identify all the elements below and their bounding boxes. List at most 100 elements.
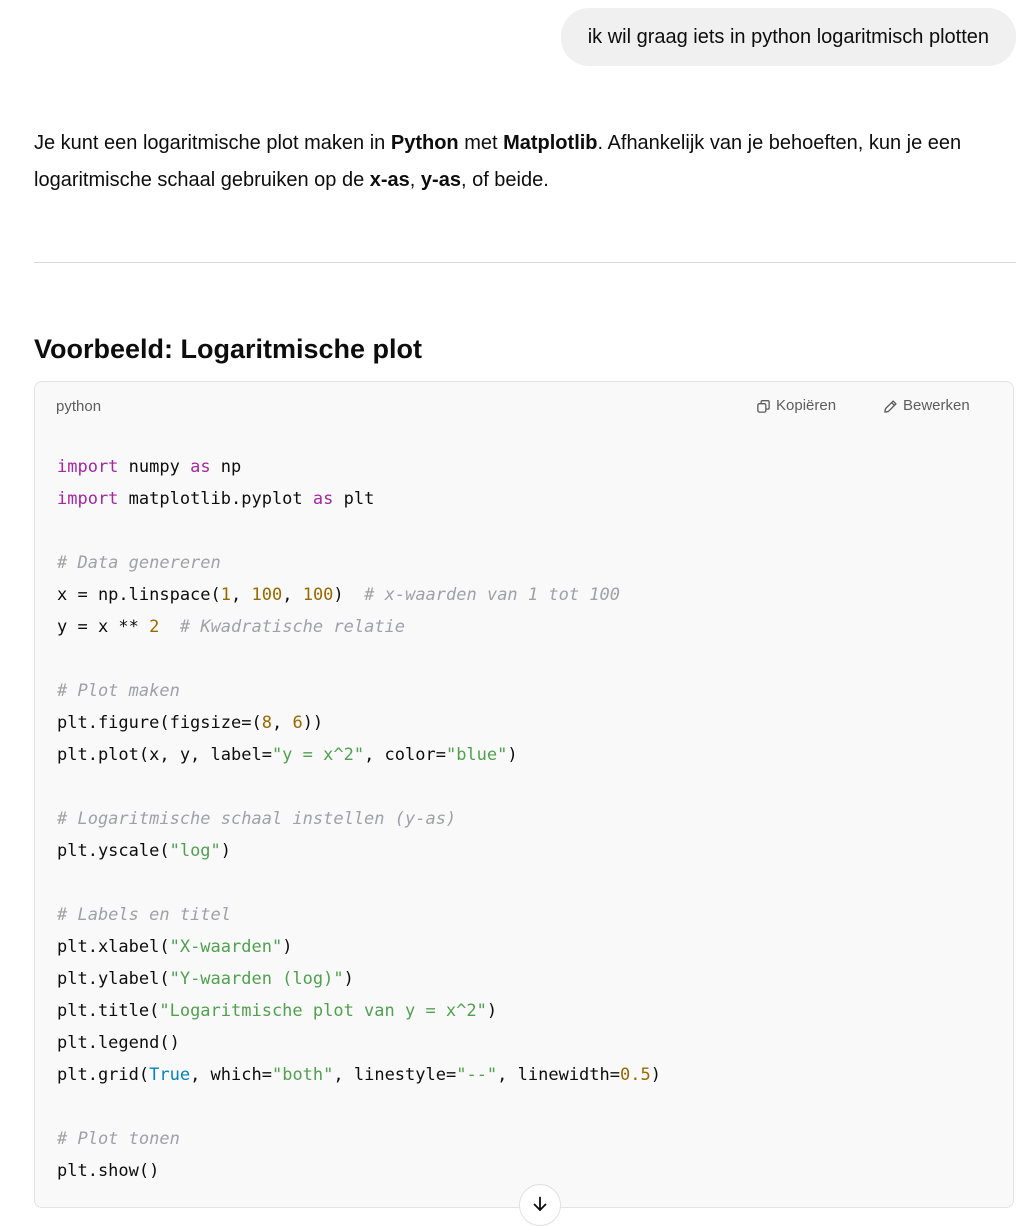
edit-button[interactable]: Bewerken <box>883 396 970 416</box>
code-token: ) <box>650 1065 661 1085</box>
code-line: y = x ** 2 # Kwadratische relatie <box>57 617 405 637</box>
code-token: # Plot maken <box>57 681 180 701</box>
code-block-header: python Kopiëren Bewerken <box>35 382 1013 434</box>
code-token: 100 <box>251 585 283 605</box>
code-line: plt.yscale("log") <box>57 841 231 861</box>
section-heading: Voorbeeld: Logaritmische plot <box>34 334 423 364</box>
code-token: # Labels en titel <box>57 905 231 925</box>
code-line: plt.xlabel("X-waarden") <box>57 937 292 957</box>
code-token: matplotlib.pyplot <box>118 489 313 509</box>
code-token: "blue" <box>445 745 508 765</box>
code-line: # Plot maken <box>57 681 180 701</box>
copy-button-label: Kopiëren <box>776 397 837 414</box>
code-token: 6 <box>292 713 303 733</box>
code-line: import matplotlib.pyplot as plt <box>57 489 374 509</box>
code-token: as <box>190 457 211 477</box>
code-token: x = np.linspace( <box>57 585 221 605</box>
answer-bold-python: Python <box>390 132 459 154</box>
arrow-down-icon <box>530 1194 550 1217</box>
code-content: import numpy as np import matplotlib.pyp… <box>57 451 661 1187</box>
code-token: 8 <box>261 713 272 733</box>
code-line: import numpy as np <box>57 457 241 477</box>
code-line: plt.ylabel("Y-waarden (log)") <box>57 969 354 989</box>
scroll-to-bottom-button[interactable] <box>519 1184 561 1226</box>
code-token: as <box>312 489 334 509</box>
answer-text-5: , of beide. <box>460 169 549 191</box>
code-token: "--" <box>456 1065 498 1085</box>
code-line: x = np.linspace(1, 100, 100) # x-waarden… <box>57 585 620 605</box>
section-divider <box>34 262 1016 263</box>
code-token: plt.figure(figsize=( <box>57 713 262 733</box>
code-token: "log" <box>169 841 221 861</box>
user-message-row: ik wil graag iets in python logaritmisch… <box>560 8 1016 66</box>
code-token: # x-waarden van 1 tot 100 <box>364 585 621 605</box>
code-line: plt.title("Logaritmische plot van y = x^… <box>57 1001 497 1021</box>
code-line: # Plot tonen <box>57 1129 180 1149</box>
code-line: # Logaritmische schaal instellen (y-as) <box>57 809 456 829</box>
code-token: 0.5 <box>620 1065 651 1085</box>
code-line: plt.grid(True, which="both", linestyle="… <box>57 1065 661 1085</box>
code-token: "y = x^2" <box>271 745 365 765</box>
code-line: plt.figure(figsize=(8, 6)) <box>57 713 323 733</box>
code-token: , <box>282 585 303 605</box>
code-token: # Logaritmische schaal instellen (y-as) <box>57 809 457 829</box>
code-token: ) <box>343 969 354 989</box>
pencil-icon <box>883 399 898 414</box>
code-block: python Kopiëren Bewerken import numpy as… <box>34 381 1014 1208</box>
code-token: , <box>271 713 293 733</box>
answer-bold-matplotlib: Matplotlib <box>503 132 598 154</box>
code-token: plt.show() <box>57 1161 160 1181</box>
code-token: plt.yscale( <box>57 841 170 861</box>
code-token: plt.xlabel( <box>57 937 170 957</box>
code-token: ) <box>507 745 518 765</box>
code-token: # Plot tonen <box>57 1129 180 1149</box>
code-token: , linewidth= <box>497 1065 620 1085</box>
code-token: import <box>57 457 119 477</box>
code-token: plt.grid( <box>57 1065 150 1085</box>
code-token: "both" <box>271 1065 334 1085</box>
code-token: plt.title( <box>57 1001 160 1021</box>
answer-text-4: , <box>409 169 421 191</box>
answer-text-1: Je kunt een logaritmische plot maken in <box>34 132 391 154</box>
code-token: import <box>57 489 119 509</box>
code-token: 1 <box>220 585 232 605</box>
code-token: ) <box>282 937 293 957</box>
code-token: "X-waarden" <box>169 937 283 957</box>
code-line: # Labels en titel <box>57 905 231 925</box>
code-line: plt.legend() <box>57 1033 180 1053</box>
code-token: np <box>210 457 242 477</box>
code-language-label: python <box>56 398 102 415</box>
code-token: plt.ylabel( <box>57 969 170 989</box>
edit-button-label: Bewerken <box>903 397 970 414</box>
code-token: numpy <box>118 457 191 477</box>
code-token: # Data genereren <box>57 553 221 573</box>
code-token: ) <box>486 1001 498 1021</box>
code-line: plt.show() <box>57 1161 159 1181</box>
user-message-bubble: ik wil graag iets in python logaritmisch… <box>560 8 1016 66</box>
answer-bold-y-as: y-as <box>420 169 461 191</box>
code-line: plt.plot(x, y, label="y = x^2", color="b… <box>57 745 518 765</box>
copy-button[interactable]: Kopiëren <box>756 396 836 416</box>
code-token: 2 <box>149 617 160 637</box>
code-token: , <box>231 585 252 605</box>
answer-bold-x-as: x-as <box>369 169 410 191</box>
assistant-intro-paragraph: Je kunt een logaritmische plot maken in … <box>34 125 994 199</box>
code-token: True <box>149 1065 191 1085</box>
code-token: 100 <box>302 585 334 605</box>
code-token: plt.legend() <box>57 1033 180 1053</box>
code-token: "Logaritmische plot van y = x^2" <box>159 1001 487 1021</box>
code-token: )) <box>302 713 324 733</box>
code-token: , color= <box>364 745 446 765</box>
code-token: , which= <box>190 1065 272 1085</box>
code-token: plt.plot(x, y, label= <box>57 745 272 765</box>
code-line: # Data genereren <box>57 553 221 573</box>
answer-text-2: met <box>458 132 504 154</box>
code-token: plt <box>333 489 375 509</box>
code-token: ) <box>333 585 365 605</box>
copy-icon <box>756 399 771 414</box>
code-token: # Kwadratische relatie <box>179 617 406 637</box>
code-token: y = x ** <box>57 617 150 637</box>
code-token: "Y-waarden (log)" <box>169 969 344 989</box>
code-token: , linestyle= <box>333 1065 457 1085</box>
